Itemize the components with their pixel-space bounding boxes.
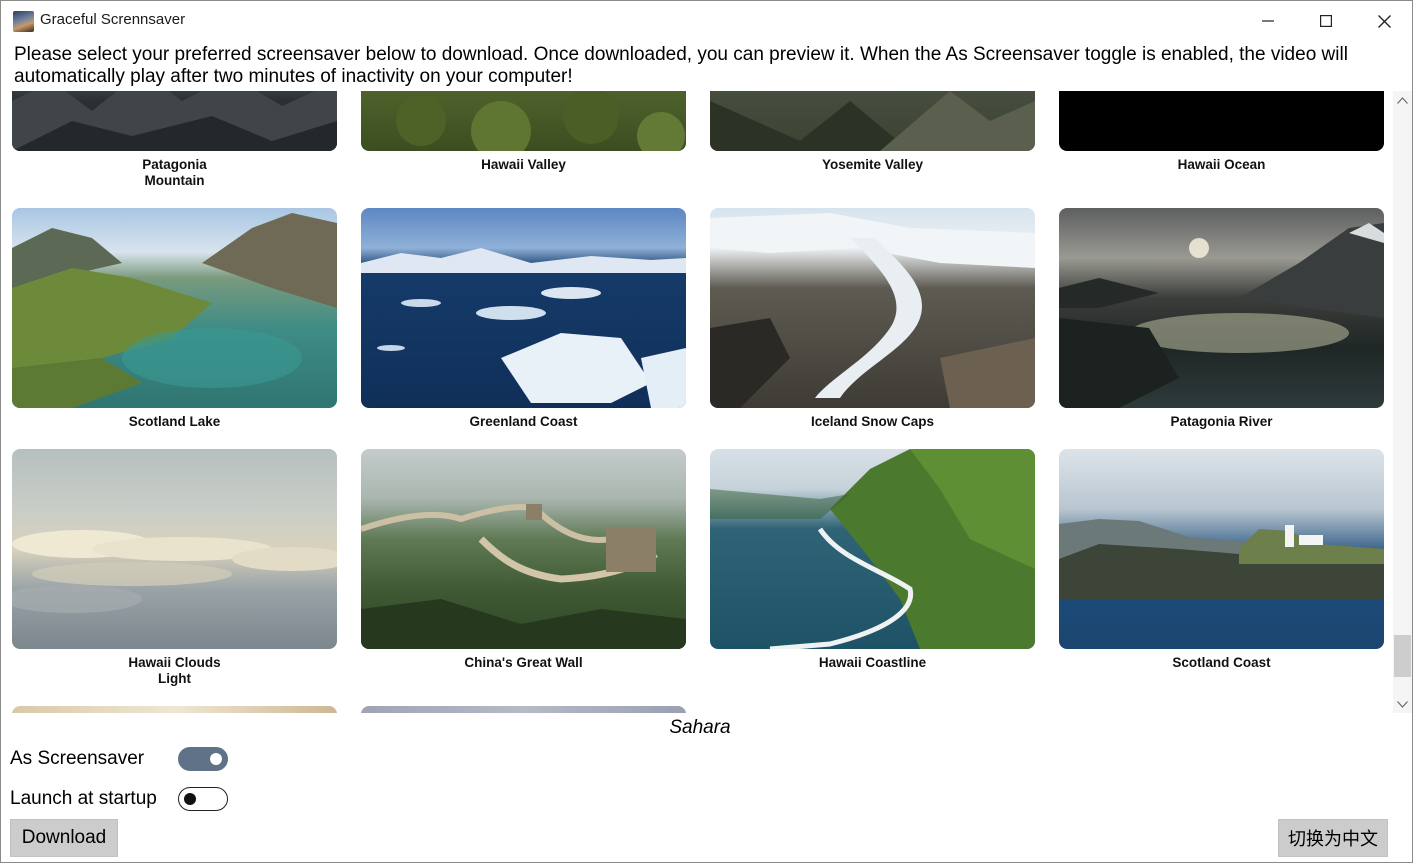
chevron-down-icon xyxy=(1397,700,1408,708)
video-card[interactable]: Scotland Lake xyxy=(12,208,337,430)
video-label: Hawaii Valley xyxy=(481,157,566,172)
video-card[interactable]: Hawaii Clouds Light xyxy=(12,449,337,687)
video-card[interactable]: Yosemite Valley xyxy=(710,91,1035,173)
video-thumbnail[interactable] xyxy=(12,208,337,408)
video-label: Scotland Coast xyxy=(1172,655,1271,670)
as-screensaver-toggle[interactable] xyxy=(178,747,228,771)
video-thumbnail[interactable] xyxy=(710,208,1035,408)
scrollbar-thumb[interactable] xyxy=(1394,635,1411,677)
video-card[interactable]: Scotland Coast xyxy=(1059,449,1384,671)
video-label: Hawaii Ocean xyxy=(1177,157,1266,172)
video-thumbnail[interactable] xyxy=(12,91,337,151)
video-thumbnail[interactable] xyxy=(12,449,337,649)
chevron-up-icon xyxy=(1397,96,1408,104)
app-window: Graceful Scrennsaver Please select your … xyxy=(0,0,1413,863)
launch-at-startup-label: Launch at startup xyxy=(10,788,157,809)
video-card[interactable]: Greenland Coast xyxy=(361,208,686,430)
vertical-scrollbar[interactable] xyxy=(1393,91,1412,713)
video-card[interactable]: Patagonia River xyxy=(1059,208,1384,430)
video-card[interactable]: Iceland Snow Caps xyxy=(710,208,1035,430)
scroll-down-button[interactable] xyxy=(1393,695,1412,713)
maximize-icon xyxy=(1320,15,1332,27)
minimize-icon xyxy=(1262,20,1274,22)
video-label: Patagonia River xyxy=(1170,414,1273,429)
video-card[interactable] xyxy=(12,706,337,713)
video-thumbnail[interactable] xyxy=(361,706,686,713)
app-logo-icon xyxy=(13,11,34,32)
toggle-knob xyxy=(184,792,196,805)
close-icon xyxy=(1377,14,1391,28)
instructions-text: Please select your preferred screensaver… xyxy=(14,44,1348,87)
video-thumbnail[interactable] xyxy=(1059,91,1384,151)
video-card[interactable]: Hawaii Valley xyxy=(361,91,686,173)
scroll-up-button[interactable] xyxy=(1393,91,1412,109)
video-card[interactable]: Patagonia Mountain xyxy=(12,91,337,189)
video-thumbnail[interactable] xyxy=(710,91,1035,151)
selected-video-name: Sahara xyxy=(669,717,731,738)
close-button[interactable] xyxy=(1355,1,1412,41)
video-thumbnail[interactable] xyxy=(710,449,1035,649)
video-card[interactable]: Hawaii Coastline xyxy=(710,449,1035,671)
video-thumbnail[interactable] xyxy=(12,706,337,713)
video-card[interactable]: Hawaii Ocean xyxy=(1059,91,1384,173)
toggle-knob xyxy=(210,753,222,765)
video-thumbnail[interactable] xyxy=(361,208,686,408)
video-grid[interactable]: Patagonia Mountain Hawaii Valley Yosemit… xyxy=(1,91,1393,713)
maximize-button[interactable] xyxy=(1297,1,1355,41)
video-thumbnail[interactable] xyxy=(361,449,686,649)
minimize-button[interactable] xyxy=(1239,1,1297,41)
launch-at-startup-toggle[interactable] xyxy=(178,787,228,811)
video-thumbnail[interactable] xyxy=(361,91,686,151)
video-thumbnail[interactable] xyxy=(1059,449,1384,649)
video-label: Hawaii Coastline xyxy=(818,655,927,670)
video-label: China's Great Wall xyxy=(464,655,583,670)
switch-language-button[interactable]: 切换为中文 xyxy=(1278,819,1388,857)
download-button[interactable]: Download xyxy=(10,819,118,857)
video-label: Hawaii Clouds Light xyxy=(128,655,221,686)
title-bar[interactable]: Graceful Scrennsaver xyxy=(1,1,1412,41)
video-label: Yosemite Valley xyxy=(821,157,924,172)
video-label: Patagonia Mountain xyxy=(142,157,207,188)
as-screensaver-label: As Screensaver xyxy=(10,748,145,769)
video-label: Greenland Coast xyxy=(469,414,578,429)
video-thumbnail[interactable] xyxy=(1059,208,1384,408)
video-card[interactable]: China's Great Wall xyxy=(361,449,686,671)
video-label: Iceland Snow Caps xyxy=(810,414,935,429)
video-label: Scotland Lake xyxy=(128,414,221,429)
video-card[interactable] xyxy=(361,706,686,713)
window-title: Graceful Scrennsaver xyxy=(40,11,186,28)
